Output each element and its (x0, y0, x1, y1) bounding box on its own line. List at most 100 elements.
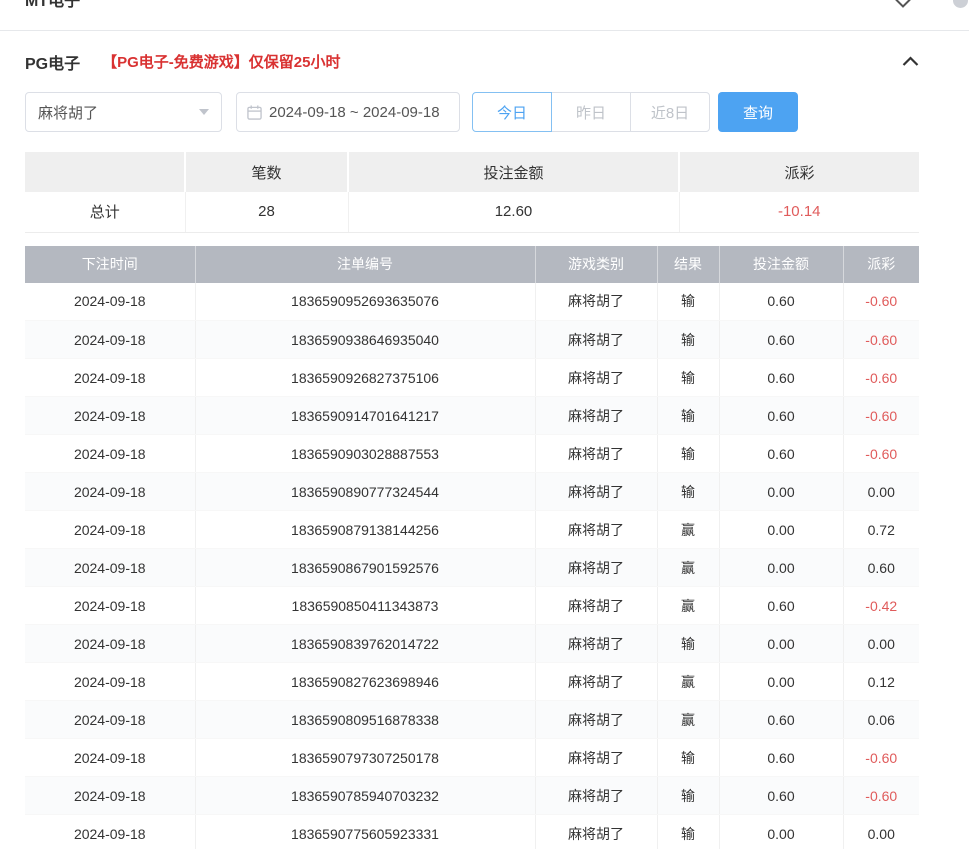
chevron-up-icon (902, 55, 919, 70)
payout-cell: -0.60 (843, 739, 919, 777)
bet-row: 2024-09-181836590879138144256麻将胡了赢0.000.… (25, 511, 919, 549)
bet-row: 2024-09-181836590839762014722麻将胡了输0.000.… (25, 625, 919, 663)
yesterday-button[interactable]: 昨日 (551, 92, 631, 132)
payout-cell: 0.60 (843, 549, 919, 587)
col-header-bet-time: 下注时间 (25, 246, 195, 283)
bet-time-cell: 2024-09-18 (25, 473, 195, 511)
result-cell: 输 (657, 777, 719, 815)
payout-cell: -0.60 (843, 777, 919, 815)
bet-row: 2024-09-181836590867901592576麻将胡了赢0.000.… (25, 549, 919, 587)
search-button[interactable]: 查询 (718, 92, 798, 132)
bet-row: 2024-09-181836590827623698946麻将胡了赢0.000.… (25, 663, 919, 701)
order-number-cell: 1836590785940703232 (195, 777, 535, 815)
bet-time-cell: 2024-09-18 (25, 777, 195, 815)
game-type-cell: 麻将胡了 (535, 473, 657, 511)
payout-cell: 0.06 (843, 701, 919, 739)
bets-table-body: 2024-09-181836590952693635076麻将胡了输0.60-0… (25, 283, 919, 849)
bet-row: 2024-09-181836590952693635076麻将胡了输0.60-0… (25, 283, 919, 321)
result-cell: 赢 (657, 701, 719, 739)
bet-time-cell: 2024-09-18 (25, 739, 195, 777)
bet-time-cell: 2024-09-18 (25, 549, 195, 587)
bet-amount-cell: 0.60 (719, 397, 843, 435)
filter-toolbar: 麻将胡了 2024-09-18 ~ 2024-09-18 今日 昨日 近8日 查… (25, 92, 969, 132)
bet-amount-cell: 0.60 (719, 701, 843, 739)
last-8-days-button[interactable]: 近8日 (630, 92, 710, 132)
game-select[interactable]: 麻将胡了 (25, 92, 222, 132)
result-cell: 输 (657, 283, 719, 321)
order-number-cell: 1836590879138144256 (195, 511, 535, 549)
game-type-cell: 麻将胡了 (535, 815, 657, 849)
bet-time-cell: 2024-09-18 (25, 815, 195, 849)
summary-bet-amount-value: 12.60 (348, 192, 679, 232)
summary-total-row: 总计 28 12.60 -10.14 (25, 192, 919, 232)
game-type-cell: 麻将胡了 (535, 283, 657, 321)
order-number-cell: 1836590903028887553 (195, 435, 535, 473)
bet-amount-cell: 0.60 (719, 359, 843, 397)
bet-amount-cell: 0.00 (719, 473, 843, 511)
previous-section-title: MT电子 (25, 0, 80, 8)
game-select-value: 麻将胡了 (38, 102, 98, 123)
result-cell: 赢 (657, 587, 719, 625)
bet-amount-cell: 0.60 (719, 739, 843, 777)
collapse-section-button[interactable] (902, 56, 919, 67)
bet-row: 2024-09-181836590785940703232麻将胡了输0.60-0… (25, 777, 919, 815)
order-number-cell: 1836590952693635076 (195, 283, 535, 321)
order-number-cell: 1836590867901592576 (195, 549, 535, 587)
summary-header-empty (25, 152, 185, 192)
col-header-bet-amount: 投注金额 (719, 246, 843, 283)
game-type-cell: 麻将胡了 (535, 397, 657, 435)
result-cell: 输 (657, 739, 719, 777)
bet-time-cell: 2024-09-18 (25, 321, 195, 359)
game-type-cell: 麻将胡了 (535, 739, 657, 777)
chevron-down-icon[interactable] (895, 0, 911, 8)
bet-amount-cell: 0.00 (719, 549, 843, 587)
game-type-cell: 麻将胡了 (535, 435, 657, 473)
bet-time-cell: 2024-09-18 (25, 359, 195, 397)
order-number-cell: 1836590890777324544 (195, 473, 535, 511)
game-type-cell: 麻将胡了 (535, 321, 657, 359)
order-number-cell: 1836590809516878338 (195, 701, 535, 739)
payout-cell: 0.72 (843, 511, 919, 549)
summary-header-payout: 派彩 (679, 152, 919, 192)
bet-row: 2024-09-181836590809516878338麻将胡了赢0.600.… (25, 701, 919, 739)
payout-cell: 0.12 (843, 663, 919, 701)
bet-time-cell: 2024-09-18 (25, 587, 195, 625)
summary-table: 笔数 投注金额 派彩 总计 28 12.60 -10.14 (25, 152, 919, 233)
result-cell: 输 (657, 473, 719, 511)
bet-row: 2024-09-181836590890777324544麻将胡了输0.000.… (25, 473, 919, 511)
col-header-result: 结果 (657, 246, 719, 283)
result-cell: 赢 (657, 549, 719, 587)
payout-cell: -0.60 (843, 397, 919, 435)
summary-payout-value: -10.14 (679, 192, 919, 232)
order-number-cell: 1836590839762014722 (195, 625, 535, 663)
bets-header-row: 下注时间 注单编号 游戏类别 结果 投注金额 派彩 (25, 246, 919, 283)
payout-cell: 0.00 (843, 625, 919, 663)
quick-range-group: 今日 昨日 近8日 (472, 92, 710, 132)
previous-section-strip: MT电子 (25, 0, 944, 8)
bet-time-cell: 2024-09-18 (25, 625, 195, 663)
scrollbar-thumb[interactable] (953, 0, 968, 8)
section-title: PG电子 (25, 50, 80, 74)
result-cell: 输 (657, 815, 719, 849)
bet-time-cell: 2024-09-18 (25, 283, 195, 321)
date-range-input[interactable]: 2024-09-18 ~ 2024-09-18 (236, 92, 460, 132)
bet-time-cell: 2024-09-18 (25, 397, 195, 435)
section-notice: 【PG电子-免费游戏】仅保留25小时 (102, 51, 340, 72)
order-number-cell: 1836590797307250178 (195, 739, 535, 777)
game-type-cell: 麻将胡了 (535, 511, 657, 549)
betting-records-page: MT电子 PG电子 【PG电子-免费游戏】仅保留25小时 麻将胡了 2024-0… (0, 0, 969, 849)
bet-amount-cell: 0.60 (719, 777, 843, 815)
today-button[interactable]: 今日 (472, 92, 552, 132)
bet-amount-cell: 0.60 (719, 283, 843, 321)
bet-amount-cell: 0.00 (719, 815, 843, 849)
caret-down-icon (199, 109, 209, 115)
order-number-cell: 1836590850411343873 (195, 587, 535, 625)
section-header: PG电子 【PG电子-免费游戏】仅保留25小时 (25, 31, 969, 92)
date-range-value: 2024-09-18 ~ 2024-09-18 (269, 104, 440, 121)
bet-time-cell: 2024-09-18 (25, 663, 195, 701)
bet-row: 2024-09-181836590850411343873麻将胡了赢0.60-0… (25, 587, 919, 625)
bet-amount-cell: 0.60 (719, 321, 843, 359)
summary-header-row: 笔数 投注金额 派彩 (25, 152, 919, 192)
result-cell: 赢 (657, 663, 719, 701)
order-number-cell: 1836590926827375106 (195, 359, 535, 397)
